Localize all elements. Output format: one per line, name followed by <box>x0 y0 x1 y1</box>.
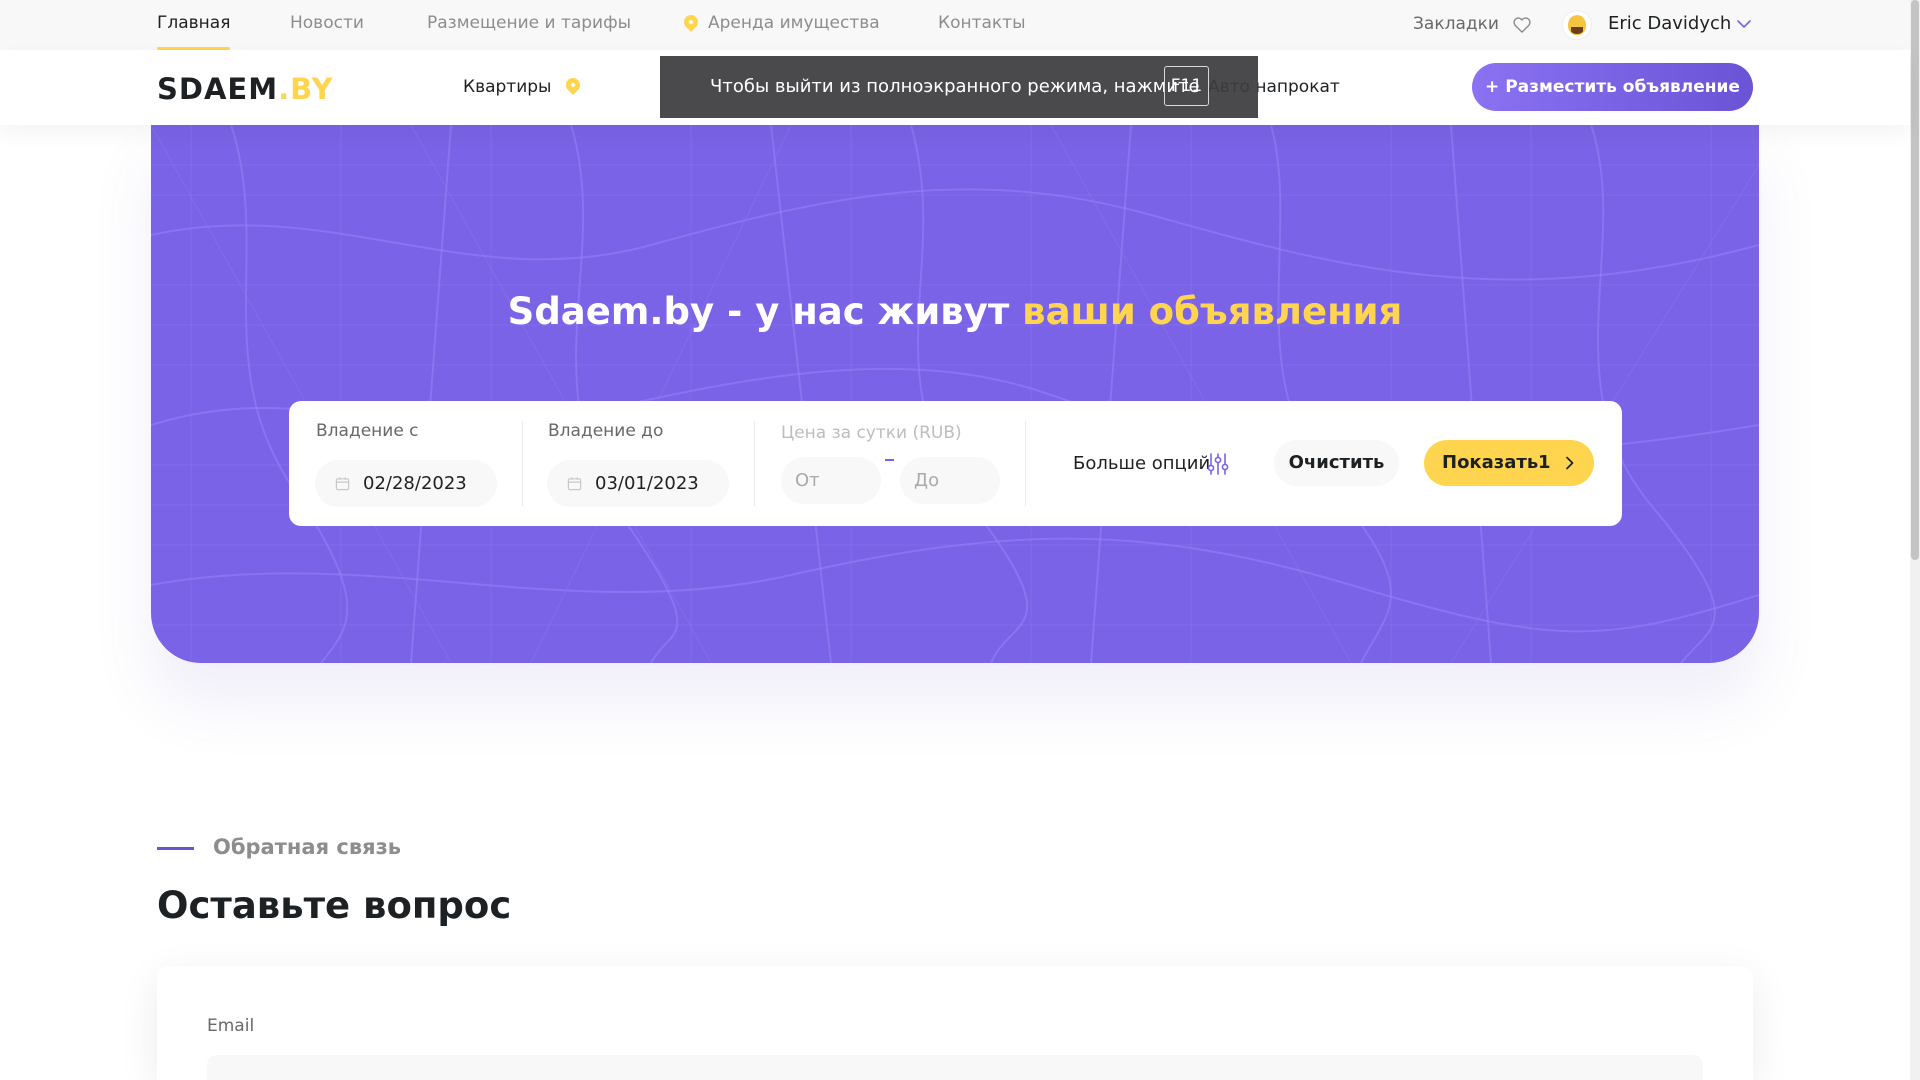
more-options-button[interactable]: Больше опций <box>1073 401 1210 526</box>
bookmarks-link[interactable]: Закладки <box>1413 0 1499 50</box>
fullscreen-key-badge: F11 <box>1164 66 1209 106</box>
user-avatar[interactable] <box>1562 10 1592 40</box>
nav-link-news[interactable]: Новости <box>290 0 364 50</box>
filter-sliders-icon[interactable] <box>1207 452 1229 476</box>
location-pin-icon <box>563 75 583 95</box>
chevron-down-icon[interactable] <box>1736 16 1752 32</box>
price-from-input[interactable]: От <box>781 457 881 504</box>
post-ad-button[interactable]: + Разместить объявление <box>1472 63 1753 111</box>
date-to-label: Владение до <box>548 421 664 441</box>
date-to-input[interactable]: 03/01/2023 <box>547 460 729 507</box>
logo-suffix: BY <box>290 72 334 106</box>
category-apartments[interactable]: Квартиры <box>463 50 551 125</box>
nav-link-home[interactable]: Главная <box>157 0 231 50</box>
feedback-eyebrow: Обратная связь <box>213 835 402 859</box>
hero-banner: Sdaem.by - у нас живут ваши объявления В… <box>151 125 1759 663</box>
fullscreen-notice-message: Чтобы выйти из полноэкранного режима, на… <box>710 76 1200 97</box>
feedback-form-card: Email <box>157 966 1753 1080</box>
date-from-value: 02/28/2023 <box>363 473 467 494</box>
divider <box>522 421 523 506</box>
show-results-count: 1 <box>1538 452 1551 473</box>
divider <box>754 421 755 506</box>
user-name[interactable]: Eric Davidych <box>1608 0 1731 50</box>
logo-main: SDAEM <box>157 72 279 106</box>
hero-title-main: Sdaem.by - у нас живут <box>507 290 1023 333</box>
price-to-input[interactable]: До <box>900 457 1000 504</box>
top-navigation: Главная Новости Размещение и тарифы Арен… <box>0 0 1910 50</box>
nav-link-contacts[interactable]: Контакты <box>938 0 1026 50</box>
price-label: Цена за сутки (RUB) <box>781 423 962 443</box>
hero-title-accent: ваши объявления <box>1022 290 1403 333</box>
nav-link-placement-tariffs[interactable]: Размещение и тарифы <box>427 0 631 50</box>
show-results-button[interactable]: Показать 1 <box>1424 440 1594 486</box>
page-scrollbar-thumb[interactable] <box>1911 0 1919 560</box>
date-from-input[interactable]: 02/28/2023 <box>315 460 497 507</box>
date-to-value: 03/01/2023 <box>595 473 699 494</box>
email-field[interactable] <box>207 1055 1703 1080</box>
hero-title: Sdaem.by - у нас живут ваши объявления <box>151 290 1759 333</box>
calendar-icon <box>567 477 582 491</box>
nav-link-property-rent[interactable]: Аренда имущества <box>681 0 880 50</box>
section-accent-line <box>157 847 194 850</box>
user-emoji-icon <box>1568 15 1586 35</box>
site-logo[interactable]: SDAEM.BY <box>157 72 334 106</box>
fullscreen-notice: Чтобы выйти из полноэкранного режима, на… <box>660 56 1258 118</box>
location-pin-icon <box>681 12 701 32</box>
search-panel: Владение с 02/28/2023 Владение до 03/01/… <box>289 401 1622 526</box>
nav-link-property-rent-label: Аренда имущества <box>708 13 880 33</box>
calendar-icon <box>335 477 350 491</box>
email-label: Email <box>207 1016 255 1036</box>
date-from-label: Владение с <box>316 421 419 441</box>
city-map-background <box>151 125 1759 663</box>
show-button-label: Показать <box>1442 452 1539 473</box>
chevron-right-icon <box>1566 456 1574 470</box>
logo-dot: . <box>278 72 291 106</box>
heart-icon[interactable] <box>1512 15 1532 35</box>
clear-button[interactable]: Очистить <box>1274 440 1399 486</box>
divider <box>1025 421 1026 506</box>
price-range-dash <box>885 459 894 461</box>
feedback-title: Оставьте вопрос <box>157 884 512 927</box>
